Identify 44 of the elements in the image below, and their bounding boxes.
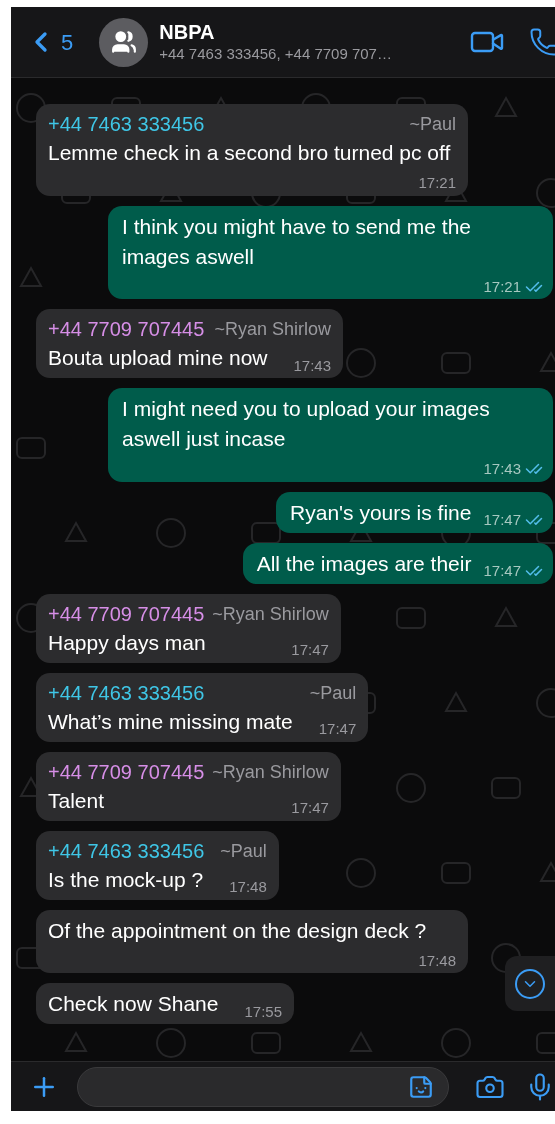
message-text: Check now Shane [48,991,219,1017]
message-text: I think you might have to send me the images aswell [122,213,473,270]
message-time: 17:47 [291,798,329,818]
sender-phone: +44 7463 333456 [48,680,205,706]
message-text: I might need you to upload your images aswell just incase [122,396,491,452]
message-text: What’s mine missing mate [48,708,293,735]
message-time: 17:43 [293,355,332,376]
message-time: 17:43 [483,459,521,479]
sender-name: ~Paul [409,113,456,136]
sender-name: ~Ryan Shirlow [212,602,329,626]
scroll-down-button[interactable] [505,956,555,1011]
message-text: Ryan's yours is fine [290,499,472,526]
message-text: Talent [48,787,105,814]
chat-participants: +44 7463 333456, +44 7709 707… [159,44,392,64]
message-text: Happy days man [48,629,206,656]
message-text: Of the appointment on the design deck ? [48,917,427,944]
sender-phone: +44 7709 707445 [48,317,205,342]
sender-name: ~Paul [220,839,267,863]
phone-call-button[interactable] [529,27,555,57]
message-time: 17:48 [229,877,267,897]
message-time: 17:48 [418,950,456,971]
sender-name: ~Ryan Shirlow [212,760,329,784]
message-input-field[interactable] [77,1066,449,1107]
sender-phone: +44 7463 333456 [48,838,205,864]
message-time: 17:47 [318,719,357,739]
message-text: Is the mock-up ? [48,866,204,893]
message-text: All the images are their [256,550,472,577]
message-text: Lemme check in a second bro turned pc off [48,140,451,166]
message-time: 17:47 [483,510,521,530]
message-text: Bouta upload mine now [48,345,268,371]
sender-name: ~Paul [309,681,357,705]
message-time: 17:21 [483,276,521,297]
message-time: 17:55 [244,1001,282,1022]
sender-name: ~Ryan Shirlow [214,318,332,341]
sender-phone: +44 7709 707445 [48,601,205,627]
people-icon [110,29,137,55]
message-time: 17:21 [418,173,456,193]
sender-phone: +44 7463 333456 [48,112,205,137]
back-button[interactable]: 5 [25,25,74,59]
chat-title[interactable]: NBPA [159,20,392,44]
sticker-icon[interactable] [408,1073,434,1100]
sender-phone: +44 7709 707445 [48,759,205,785]
message-time: 17:47 [483,561,521,581]
message-time: 17:47 [291,640,329,660]
